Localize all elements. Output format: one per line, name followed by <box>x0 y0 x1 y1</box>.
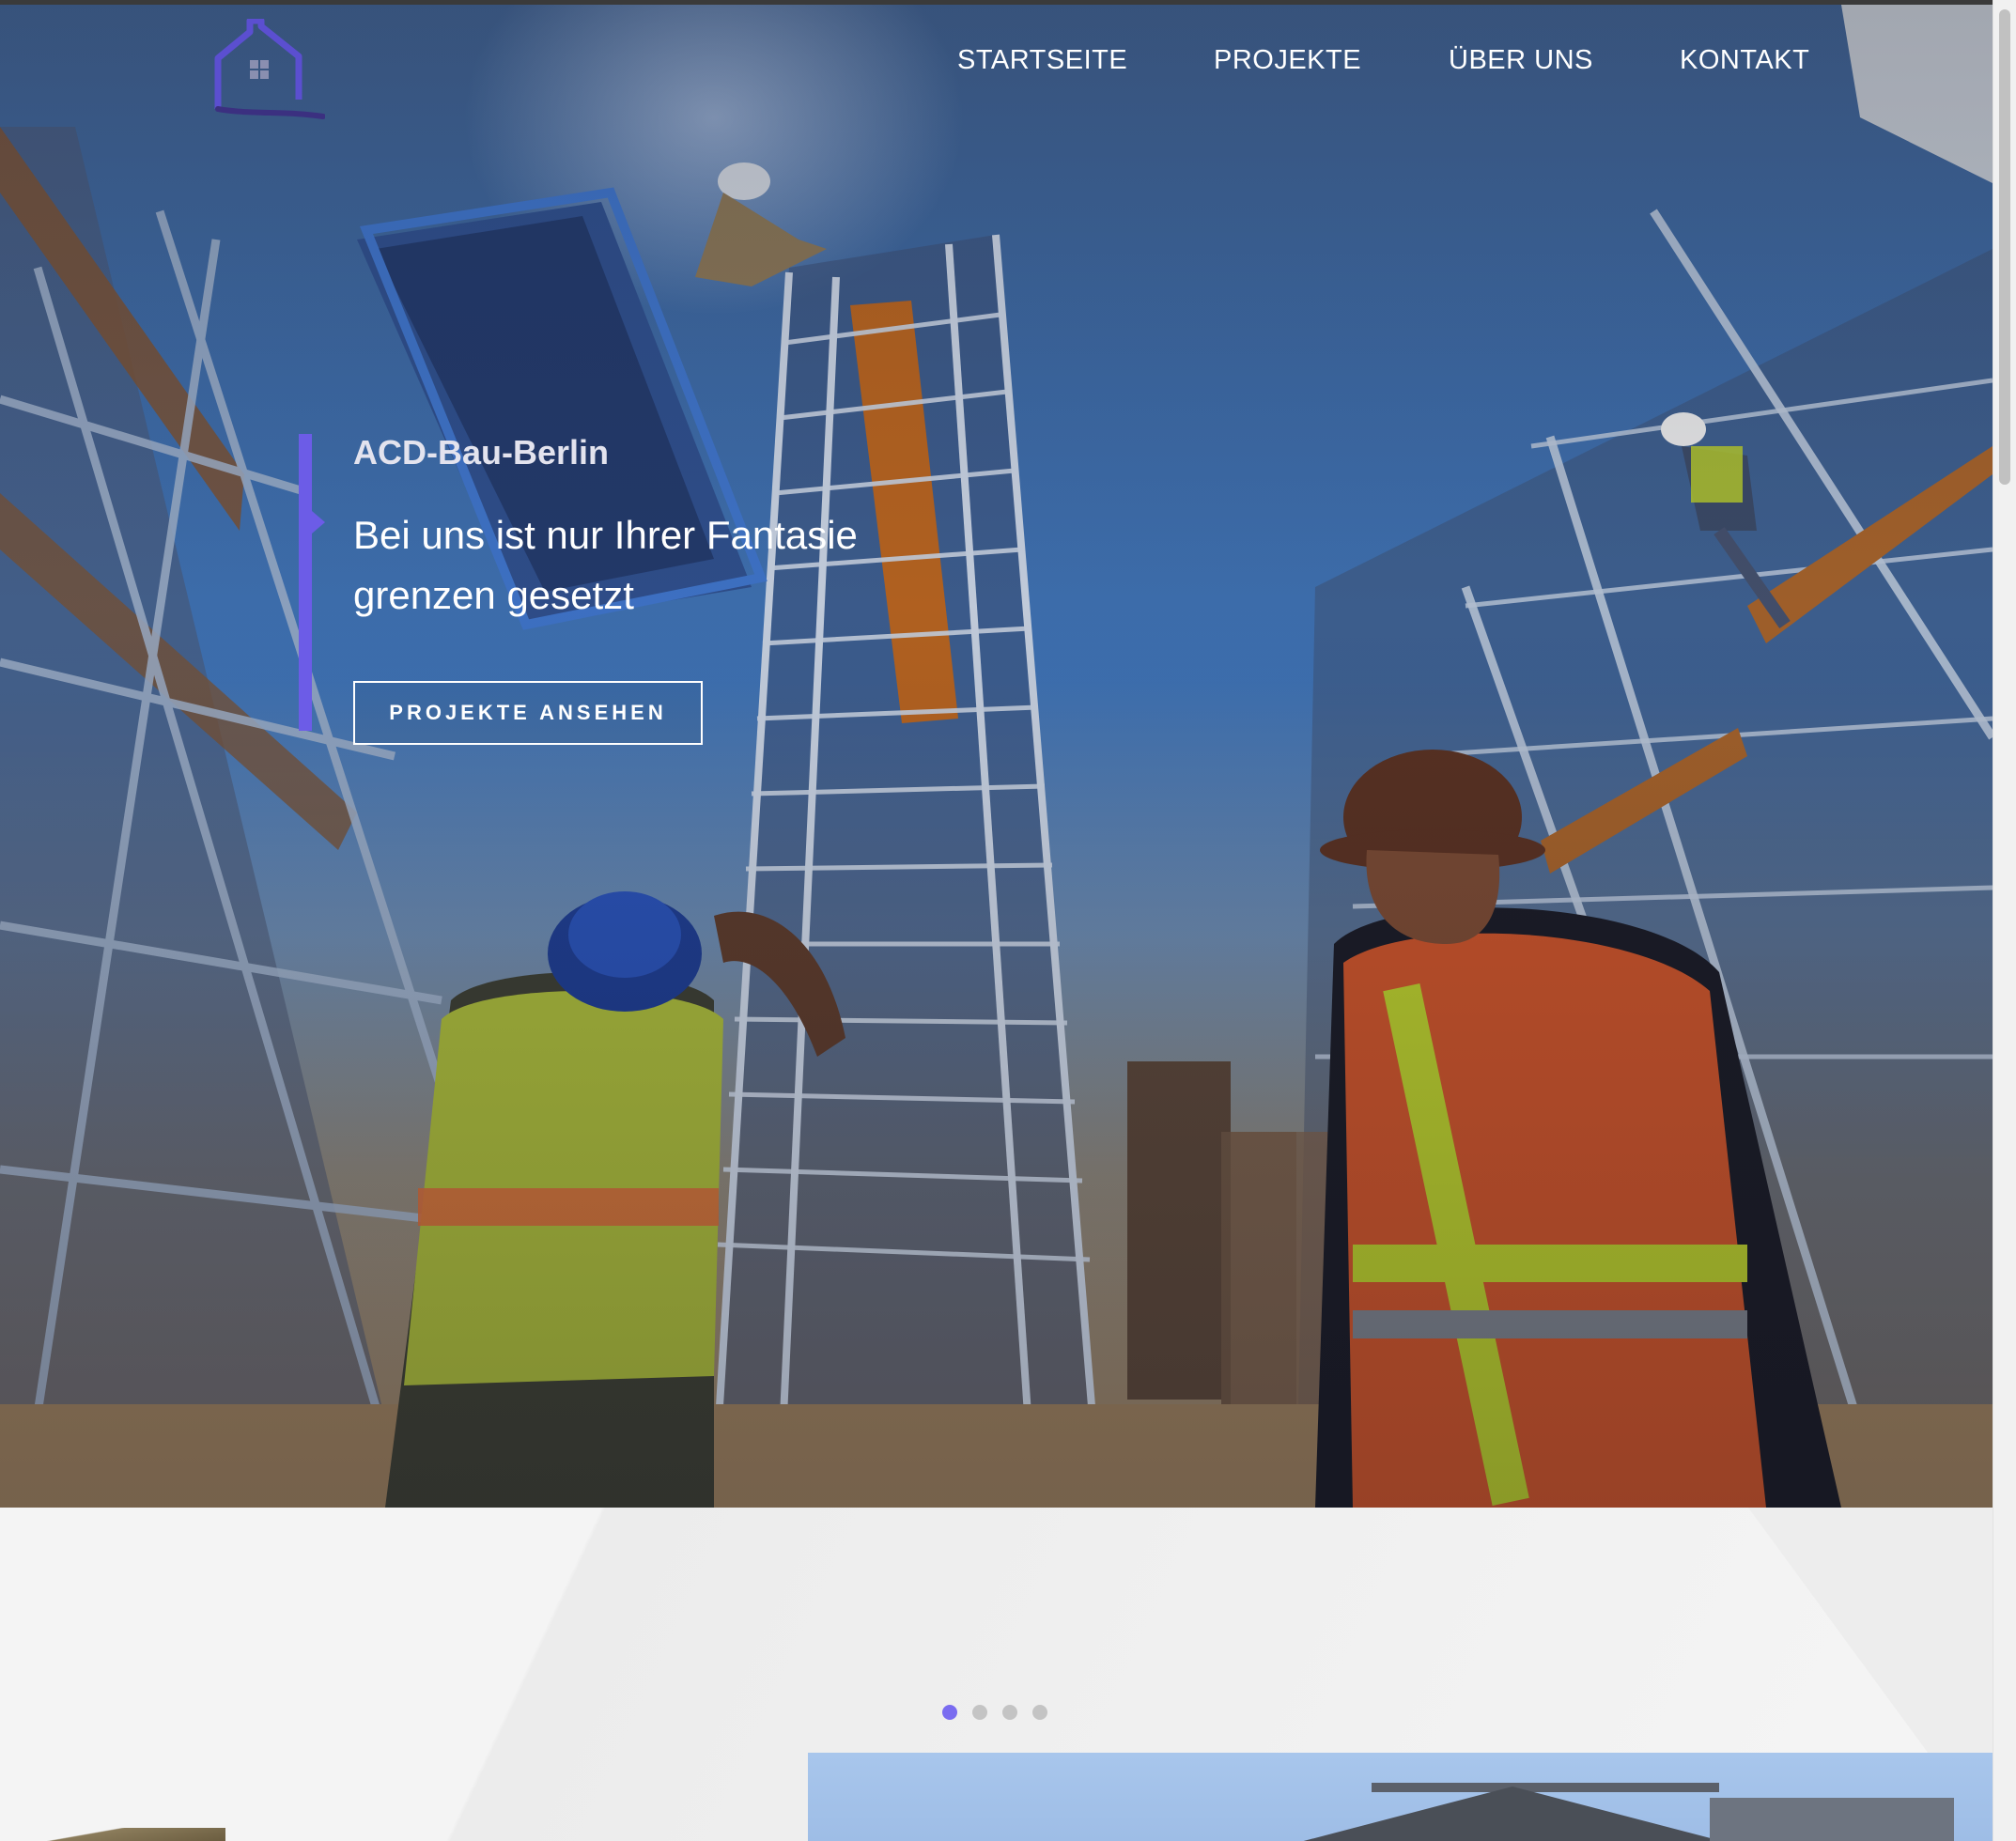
project-preview-image[interactable] <box>808 1753 1993 1841</box>
nav-startseite[interactable]: STARTSEITE <box>957 45 1127 76</box>
slider-dot-4[interactable] <box>1032 1705 1047 1720</box>
nav-ueber-uns[interactable]: ÜBER UNS <box>1449 45 1593 76</box>
window-top-border <box>0 0 2016 5</box>
view-projects-button[interactable]: PROJEKTE ANSEHEN <box>353 681 703 745</box>
slider-dot-3[interactable] <box>1002 1705 1017 1720</box>
hero-brand-title: ACD-Bau-Berlin <box>353 433 610 472</box>
page: STARTSEITE PROJEKTE ÜBER UNS KONTAKT ACD… <box>0 0 2016 1841</box>
preview-building <box>1296 1787 1729 1841</box>
main-navigation: STARTSEITE PROJEKTE ÜBER UNS KONTAKT <box>0 45 1993 83</box>
hero-section <box>0 5 1993 1508</box>
vertical-scrollbar[interactable] <box>1993 0 2016 1841</box>
bottom-left-image-edge <box>0 1828 225 1841</box>
slider-dot-1[interactable] <box>942 1705 957 1720</box>
slider-pagination <box>942 1705 1047 1720</box>
hero-accent-bar <box>299 434 325 731</box>
nav-projekte[interactable]: PROJEKTE <box>1214 45 1361 76</box>
nav-kontakt[interactable]: KONTAKT <box>1680 45 1809 76</box>
preview-building-side <box>1710 1798 1954 1841</box>
scrollbar-thumb[interactable] <box>1999 9 2010 485</box>
hero-overlay <box>0 5 1993 1508</box>
hero-headline: Bei uns ist nur Ihrer Fantasie grenzen g… <box>353 513 858 617</box>
slider-dot-2[interactable] <box>972 1705 987 1720</box>
